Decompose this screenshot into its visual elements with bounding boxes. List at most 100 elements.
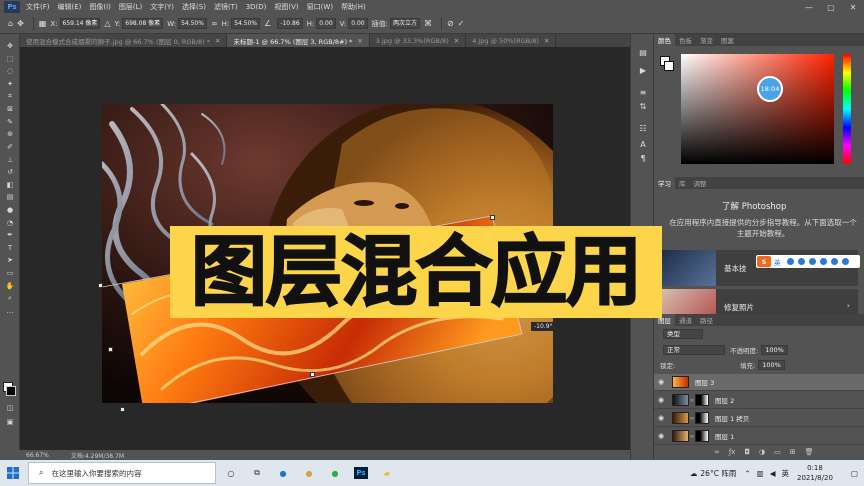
menu-window[interactable]: 窗口(W) (303, 2, 337, 12)
quick-mask-icon[interactable]: ◫ (0, 402, 20, 415)
zoom-tool-icon[interactable]: ⌕ (0, 292, 20, 305)
minimize-button[interactable]: — (798, 0, 820, 14)
ime-tool-icon[interactable] (797, 258, 805, 265)
menu-layer[interactable]: 图层(L) (115, 2, 146, 12)
notifications-icon[interactable]: ▢ (851, 469, 858, 478)
brush-tool-icon[interactable]: ✐ (0, 141, 20, 154)
ime-toolbar[interactable]: S 英 (756, 255, 860, 268)
volume-icon[interactable]: ◀ (770, 469, 776, 478)
menu-select[interactable]: 选择(S) (178, 2, 210, 12)
width-field[interactable]: 54.50% (178, 18, 207, 29)
close-tab-icon[interactable]: ✕ (215, 37, 220, 45)
blur-tool-icon[interactable]: ● (0, 204, 20, 217)
tab-lion-smoke[interactable]: 使用混合模式合成烟雾的狮子.jpg @ 66.7% (图层 0, RGB/8) … (20, 34, 228, 47)
menu-image[interactable]: 图像(I) (85, 2, 115, 12)
close-window-button[interactable]: ✕ (842, 0, 864, 14)
shape-tool-icon[interactable]: ▭ (0, 267, 20, 280)
menu-3d[interactable]: 3D(D) (242, 3, 271, 11)
marquee-tool-icon[interactable]: ⬚ (0, 53, 20, 66)
menu-help[interactable]: 帮助(H) (337, 2, 370, 12)
user-app-icon[interactable]: ● (298, 462, 320, 484)
close-tab-icon[interactable]: ✕ (544, 37, 549, 45)
gradient-tool-icon[interactable]: ▤ (0, 191, 20, 204)
reference-point-icon[interactable]: ▦ (39, 19, 47, 28)
ime-language-toggle[interactable]: 英 (774, 257, 781, 267)
layer-style-icon[interactable]: ƒx (729, 448, 736, 456)
warp-icon[interactable]: ⌘ (424, 19, 432, 28)
weather-status[interactable]: 26°C 阵雨 (700, 468, 736, 479)
ime-tool-icon[interactable] (786, 258, 794, 265)
tab-color[interactable]: 颜色 (654, 34, 675, 46)
eyedropper-tool-icon[interactable]: ✎ (0, 116, 20, 129)
lasso-tool-icon[interactable]: ◌ (0, 65, 20, 78)
transform-handle[interactable] (310, 372, 315, 377)
tab-3-jpg[interactable]: 3.jpg @ 33.3%(RGB/8) ✕ (369, 34, 467, 47)
move-tool-icon[interactable]: ✥ (0, 40, 20, 53)
tab-gradients[interactable]: 渐变 (696, 34, 717, 46)
y-field[interactable]: 698.08 像素 (122, 18, 164, 29)
eye-icon[interactable]: ◉ (654, 414, 668, 422)
actions-panel-icon[interactable]: ▶ (636, 64, 650, 76)
taskbar-ime[interactable]: 英 (782, 468, 790, 479)
wechat-icon[interactable]: ● (324, 462, 346, 484)
zoom-level[interactable]: 66.67% (26, 452, 49, 459)
move-tool-preset-icon[interactable]: ✥ (17, 19, 24, 28)
link-icon[interactable]: ∞ (211, 19, 218, 28)
stamp-tool-icon[interactable]: ⊥ (0, 153, 20, 166)
commit-transform-icon[interactable]: ✓ (458, 19, 465, 28)
tab-adjustments[interactable]: 调整 (690, 177, 711, 189)
frame-tool-icon[interactable]: ⊠ (0, 103, 20, 116)
menu-file[interactable]: 文件(F) (22, 2, 54, 12)
close-tab-icon[interactable]: ✕ (454, 37, 459, 45)
layer-filter-select[interactable]: 类型 (663, 329, 703, 339)
cortana-icon[interactable]: ○ (220, 462, 242, 484)
ime-tool-icon[interactable] (819, 258, 827, 265)
pen-tool-icon[interactable]: ✒ (0, 229, 20, 242)
eye-icon[interactable]: ◉ (654, 432, 668, 440)
height-field[interactable]: 54.50% (231, 18, 261, 29)
color-field[interactable] (681, 54, 834, 164)
menu-type[interactable]: 文字(Y) (146, 2, 178, 12)
layer-row[interactable]: ◉ ∞ 图层 2 (654, 392, 864, 409)
opacity-field[interactable]: 100% (761, 345, 788, 355)
windows-start-button[interactable] (0, 460, 26, 486)
paragraph-panel-icon[interactable]: ¶ (636, 152, 650, 164)
clock[interactable]: 0:18 2021/8/20 (797, 463, 833, 483)
hue-slider[interactable] (843, 54, 851, 164)
cancel-transform-icon[interactable]: ⊘ (447, 19, 454, 28)
background-color-chip[interactable] (664, 61, 674, 71)
adjustment-layer-icon[interactable]: ◑ (759, 448, 765, 456)
sogou-ime-icon[interactable]: S (757, 256, 771, 267)
screen-mode-icon[interactable]: ▣ (0, 416, 20, 429)
tab-patterns[interactable]: 图案 (717, 34, 738, 46)
ime-tool-icon[interactable] (830, 258, 838, 265)
network-icon[interactable]: ▥ (757, 469, 764, 478)
healing-brush-tool-icon[interactable]: ⊕ (0, 128, 20, 141)
tab-paths[interactable]: 路径 (696, 314, 717, 326)
crop-tool-icon[interactable]: ⌗ (0, 90, 20, 103)
tab-channels[interactable]: 通道 (675, 314, 696, 326)
add-mask-icon[interactable]: ◘ (744, 448, 750, 456)
menu-view[interactable]: 视图(V) (270, 2, 302, 12)
task-view-icon[interactable]: ⧉ (246, 462, 268, 484)
transform-handle[interactable] (108, 347, 113, 352)
tab-libraries[interactable]: 库 (675, 177, 690, 189)
interpolation-select[interactable]: 两次立方 (389, 18, 420, 29)
layer-row[interactable]: ◉ ∞ 图层 1 拷贝 (654, 410, 864, 427)
close-tab-icon[interactable]: ✕ (357, 37, 362, 45)
x-field[interactable]: 659.14 像素 (59, 18, 101, 29)
eraser-tool-icon[interactable]: ◧ (0, 179, 20, 192)
transform-handle[interactable] (120, 407, 125, 412)
new-layer-icon[interactable]: ⊞ (790, 448, 796, 456)
learn-card-basics[interactable]: 基本技 S 英 (660, 250, 860, 286)
menu-filter[interactable]: 滤镜(T) (210, 2, 242, 12)
path-selection-tool-icon[interactable]: ➤ (0, 254, 20, 267)
dodge-tool-icon[interactable]: ◔ (0, 216, 20, 229)
photoshop-taskbar-icon[interactable]: Ps (350, 462, 372, 484)
transform-handle[interactable] (490, 215, 495, 220)
layer-row[interactable]: ◉ ∞ 图层 1 (654, 428, 864, 445)
h-skew-field[interactable]: 0.00 (316, 18, 336, 29)
tab-swatches[interactable]: 色板 (675, 34, 696, 46)
background-color-swatch[interactable] (6, 386, 16, 396)
v-skew-field[interactable]: 0.00 (348, 18, 368, 29)
